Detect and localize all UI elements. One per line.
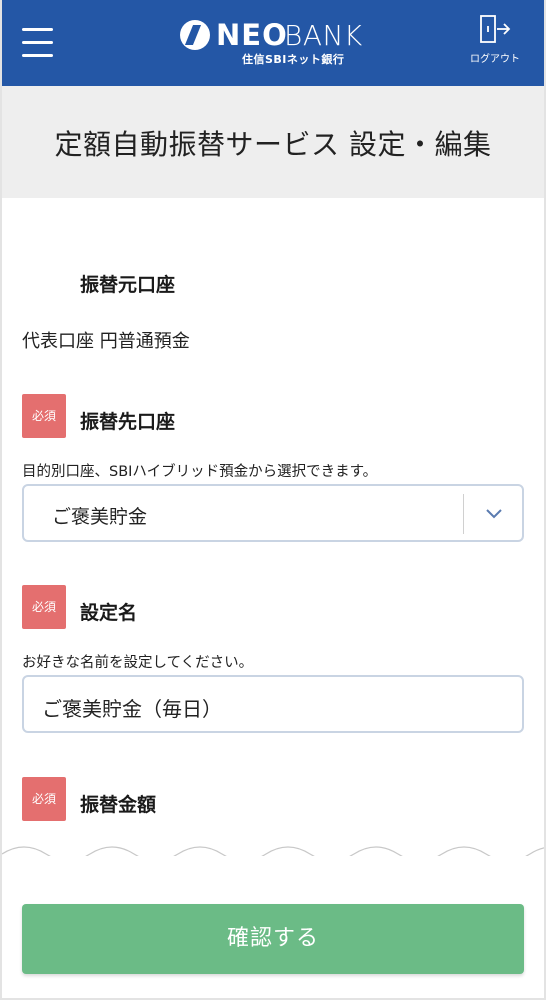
required-badge: 必須 [22,394,66,438]
to-account-select[interactable]: ご褒美貯金 [22,484,524,542]
setting-name-input[interactable]: ご褒美貯金（毎日） [22,675,524,733]
logout-label: ログアウト [470,54,520,65]
required-badge: 必須 [22,777,66,821]
logo-bank-text: BANK [284,19,363,52]
hamburger-menu-icon[interactable] [22,24,54,62]
setting-name-value: ご褒美貯金（毎日） [42,697,222,721]
app-header: NEO BANK 住信SBIネット銀行 ログアウト [2,0,544,86]
chevron-down-icon[interactable] [480,501,508,525]
neobank-logo: NEO BANK 住信SBIネット銀行 [180,18,370,68]
logo-neo-text: NEO [216,18,288,52]
to-account-selected: ご褒美貯金 [52,506,148,528]
confirm-button[interactable]: 確認する [22,904,524,974]
from-account-label: 振替元口座 [80,274,176,296]
required-badge: 必須 [22,585,66,629]
to-account-label: 振替先口座 [80,411,176,433]
page-title: 定額自動振替サービス 設定・編集 [54,128,492,161]
amount-label: 振替金額 [80,794,157,816]
setting-name-hint: お好きな名前を設定してください。 [22,655,254,671]
logo-mark-icon [180,20,210,50]
page-title-band: 定額自動振替サービス 設定・編集 [2,86,544,198]
from-account-value: 代表口座 円普通預金 [22,331,190,352]
setting-name-label: 設定名 [80,602,138,624]
to-account-hint: 目的別口座、SBIハイブリッド預金から選択できます。 [22,464,378,480]
logout-door-icon [480,15,511,43]
logout-button[interactable]: ログアウト [464,14,526,70]
select-divider [463,494,464,534]
logo-subtitle: 住信SBIネット銀行 [242,53,345,66]
